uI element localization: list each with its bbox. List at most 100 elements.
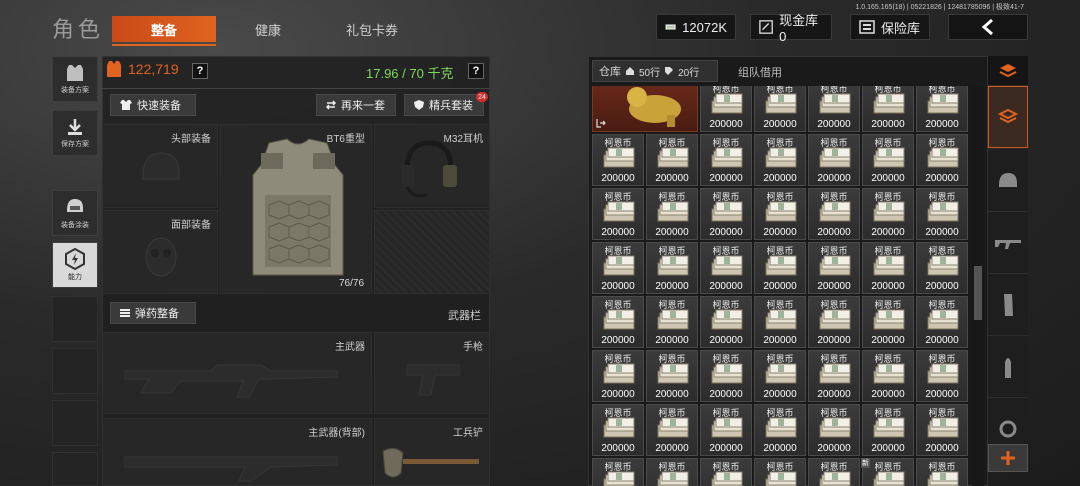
warehouse-item[interactable]: 柯恩币200000 (808, 458, 860, 486)
cash-stack-icon (657, 147, 689, 168)
warehouse-item[interactable]: 柯恩币200000 (862, 188, 914, 240)
cash-stack-icon (711, 309, 743, 330)
back-button[interactable] (948, 14, 1028, 40)
warehouse-item[interactable]: 柯恩币200000 (592, 458, 644, 486)
tab-health[interactable]: 健康 (216, 16, 320, 42)
face-slot[interactable]: 面部装备 (102, 210, 218, 294)
golden-statue-item[interactable] (592, 86, 698, 132)
rail-equip-paint[interactable]: 装备涂装 (52, 190, 98, 236)
warehouse-item[interactable]: 柯恩币200000 (754, 458, 806, 486)
warehouse-item[interactable]: 柯恩币200000 (808, 350, 860, 402)
warehouse-item[interactable]: 柯恩币200000 (808, 296, 860, 348)
warehouse-item[interactable]: 柯恩币200000 (754, 404, 806, 456)
warehouse-item[interactable]: 柯恩币200000 (916, 458, 968, 486)
primary-weapon-slot[interactable]: 主武器 (102, 332, 372, 414)
warehouse-item[interactable]: 柯恩币200000 (592, 404, 644, 456)
warehouse-item[interactable]: 柯恩币200000 (916, 350, 968, 402)
elite-set-button[interactable]: 精兵套装 (404, 94, 484, 116)
shovel-slot[interactable]: 工兵铲 (374, 418, 490, 486)
again-button[interactable]: 再来一套 (316, 94, 396, 116)
warehouse-item[interactable]: 柯恩币200000 (916, 134, 968, 186)
warehouse-item[interactable]: 柯恩币200000 (862, 296, 914, 348)
warehouse-item[interactable]: 柯恩币200000 (646, 134, 698, 186)
ammo-prep-button[interactable]: 弹药整备 (110, 302, 196, 324)
armor-slot[interactable]: BT6重型 76/76 (220, 124, 372, 294)
warehouse-item[interactable]: 柯恩币200000 (646, 404, 698, 456)
warehouse-item[interactable]: 柯恩币200000 (862, 350, 914, 402)
warehouse-item[interactable]: 柯恩币200000 (754, 296, 806, 348)
warehouse-item[interactable]: 柯恩币200000 (808, 188, 860, 240)
warehouse-item[interactable]: 柯恩币200000 (916, 296, 968, 348)
warehouse-item[interactable]: 柯恩币200000 (754, 242, 806, 294)
warehouse-item[interactable]: 柯恩币200000 (862, 86, 914, 132)
tab-equip[interactable]: 整备 (112, 16, 216, 46)
warehouse-item[interactable]: 柯恩币200000 (754, 350, 806, 402)
scrollbar-thumb[interactable] (974, 266, 982, 320)
warehouse-scrollbar[interactable] (972, 86, 984, 486)
warehouse-item[interactable]: 柯恩币200000 (646, 242, 698, 294)
quick-equip-button[interactable]: 快速装备 (110, 94, 196, 116)
tab-warehouse[interactable]: 仓库 50行 20行 (592, 60, 718, 82)
rail-save-plan[interactable]: 保存方案 (52, 110, 98, 156)
primary-back-slot[interactable]: 主武器(背部) (102, 418, 372, 486)
rail-ability[interactable]: 能力 (52, 242, 98, 288)
safe-vault-button[interactable]: 保险库 (850, 14, 930, 40)
sort-button[interactable] (988, 56, 1028, 86)
warehouse-item[interactable]: 柯恩币200000 (700, 242, 752, 294)
warehouse-item[interactable]: 柯恩币200000 (646, 350, 698, 402)
warehouse-item[interactable]: 柯恩币200000 (700, 134, 752, 186)
rail-loadout-plan[interactable]: 装备方案 (52, 56, 98, 102)
category-all[interactable] (988, 86, 1028, 148)
warehouse-item[interactable]: 柯恩币200000 (592, 134, 644, 186)
warehouse-item[interactable]: 柯恩币200000 (862, 134, 914, 186)
value-help-icon[interactable]: ? (192, 63, 208, 79)
warehouse-item[interactable]: 柯恩币200000 (916, 86, 968, 132)
pistol-placeholder-icon (406, 364, 460, 396)
pistol-label: 手枪 (463, 342, 483, 353)
head-slot[interactable]: 头部装备 (102, 124, 218, 208)
add-button[interactable] (988, 444, 1028, 472)
warehouse-item[interactable]: 柯恩币200000 (808, 134, 860, 186)
category-ammo[interactable] (988, 336, 1028, 398)
category-magazine[interactable] (988, 274, 1028, 336)
warehouse-item[interactable]: 柯恩币200000 (592, 350, 644, 402)
warehouse-item[interactable]: 柯恩币200000 (862, 404, 914, 456)
warehouse-item[interactable]: 柯恩币200000 (862, 242, 914, 294)
warehouse-item[interactable]: 柯恩币200000 (646, 188, 698, 240)
pistol-slot[interactable]: 手枪 (374, 332, 490, 414)
warehouse-item[interactable]: 柯恩币200000 (808, 404, 860, 456)
cash-vault-button[interactable]: 现金库 0 (750, 13, 832, 44)
warehouse-item[interactable]: 柯恩币200000 (592, 242, 644, 294)
warehouse-item[interactable]: 柯恩币200000 (754, 188, 806, 240)
warehouse-item[interactable]: 柯恩币200000 (700, 296, 752, 348)
category-helmet[interactable] (988, 150, 1028, 212)
warehouse-item[interactable]: 柯恩币200000 (700, 86, 752, 132)
warehouse-item[interactable]: 柯恩币200000 (754, 86, 806, 132)
tab-gift-cards[interactable]: 礼包卡券 (320, 16, 424, 42)
warehouse-item[interactable]: 柯恩币200000 (646, 458, 698, 486)
headset-slot[interactable]: M32耳机 (374, 124, 490, 208)
cash-stack-icon (765, 201, 797, 222)
category-rifle[interactable] (988, 212, 1028, 274)
tab-team-borrow[interactable]: 组队借用 (738, 64, 782, 80)
cash-stack-icon (657, 417, 689, 438)
cash-stack-icon (603, 255, 635, 276)
warehouse-item[interactable]: 柯恩币200000 (700, 404, 752, 456)
warehouse-item[interactable]: 柯恩币200000 (754, 134, 806, 186)
warehouse-item[interactable]: 柯恩币200000 (700, 188, 752, 240)
warehouse-item[interactable]: 柯恩币200000 (592, 188, 644, 240)
warehouse-item[interactable]: 柯恩币200000 (592, 296, 644, 348)
armor-durability: 76/76 (339, 278, 365, 289)
warehouse-item[interactable]: 柯恩币200000 (808, 86, 860, 132)
face-slot-label: 面部装备 (171, 220, 211, 231)
warehouse-item[interactable]: 柯恩币200000 (916, 404, 968, 456)
warehouse-item[interactable]: 柯恩币200000 (700, 350, 752, 402)
equip-value-amount: 122,719 (128, 61, 179, 77)
warehouse-item[interactable]: 柯恩币200000 (808, 242, 860, 294)
warehouse-item[interactable]: 柯恩币200000新 (861, 458, 914, 486)
warehouse-item[interactable]: 柯恩币200000 (646, 296, 698, 348)
warehouse-item[interactable]: 柯恩币200000 (916, 188, 968, 240)
warehouse-item[interactable]: 柯恩币200000 (700, 458, 752, 486)
warehouse-item[interactable]: 柯恩币200000 (916, 242, 968, 294)
weight-help-icon[interactable]: ? (468, 63, 484, 79)
